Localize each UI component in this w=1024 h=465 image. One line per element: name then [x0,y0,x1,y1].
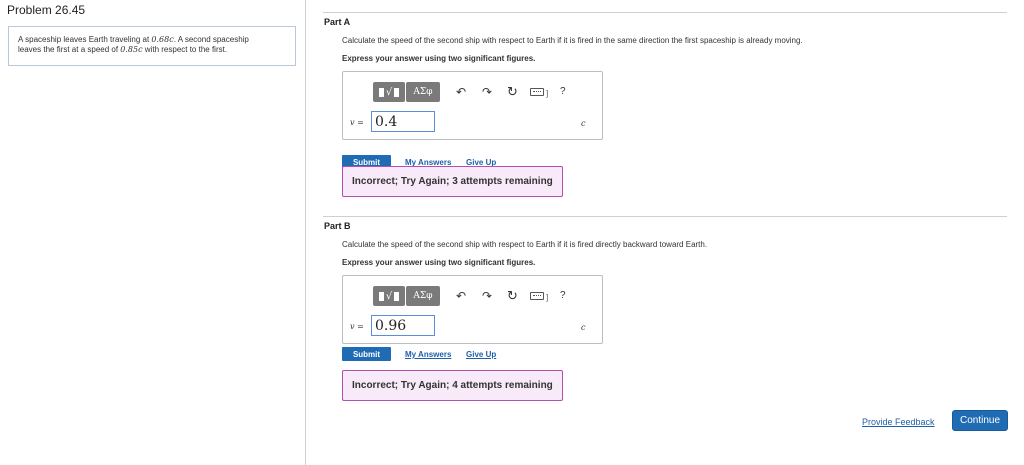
template-block-icon [394,87,400,97]
part-title: Part B [324,221,351,231]
submit-button[interactable]: Submit [342,347,391,361]
statement-text: A spaceship leaves Earth traveling at [18,35,152,44]
template-block-icon [378,87,384,97]
keyboard-bracket-icon: ] [546,293,549,302]
continue-button[interactable]: Continue [953,411,1007,430]
feedback-message: Incorrect; Try Again; 4 attempts remaini… [342,370,563,401]
unit-label: c [581,323,586,332]
my-answers-link[interactable]: My Answers [405,350,451,359]
instructions-text: Express your answer using two significan… [342,258,536,267]
provide-feedback-link[interactable]: Provide Feedback [862,417,935,427]
answer-input[interactable]: 0.4 [371,111,435,132]
statement-math: 0.85c [120,45,143,54]
equals-sign: = [354,118,364,127]
answer-input[interactable]: 0.96 [371,315,435,336]
templates-button[interactable]: √ [373,82,405,102]
answer-box: √ ΑΣφ ↶ ↷ ↻ ] ? v = 0.4 c [342,71,603,140]
feedback-message: Incorrect; Try Again; 3 attempts remaini… [342,166,563,197]
variable-label: v = [350,118,364,127]
variable-label: v = [350,322,364,331]
templates-button[interactable]: √ [373,286,405,306]
keyboard-icon[interactable] [530,88,544,96]
symbols-button[interactable]: ΑΣφ [406,286,440,306]
instructions-text: Express your answer using two significan… [342,54,536,63]
question-text: Calculate the speed of the second ship w… [342,240,708,249]
answer-box: √ ΑΣφ ↶ ↷ ↻ ] ? v = 0.96 c [342,275,603,344]
statement-text: . A second spaceship [173,35,249,44]
statement-text: with respect to the first. [142,45,228,54]
problem-title: Problem 26.45 [7,3,86,17]
equals-sign: = [354,322,364,331]
problem-panel: Problem 26.45 A spaceship leaves Earth t… [0,0,306,465]
sqrt-icon: √ [385,290,393,302]
template-block-icon [378,291,384,301]
question-text: Calculate the speed of the second ship w… [342,36,803,45]
problem-statement: A spaceship leaves Earth traveling at 0.… [8,26,296,66]
redo-icon[interactable]: ↷ [482,290,492,302]
unit-label: c [581,119,586,128]
help-icon[interactable]: ? [560,290,566,302]
sqrt-icon: √ [385,86,393,98]
redo-icon[interactable]: ↷ [482,86,492,98]
symbols-button[interactable]: ΑΣφ [406,82,440,102]
part-divider [323,216,1007,217]
reset-icon[interactable]: ↻ [507,289,518,302]
help-icon[interactable]: ? [560,86,566,98]
template-block-icon [394,291,400,301]
statement-text: leaves the first at a speed of [18,45,121,54]
part-title: Part A [324,17,351,27]
give-up-link[interactable]: Give Up [466,350,496,359]
keyboard-bracket-icon: ] [546,89,549,98]
undo-icon[interactable]: ↶ [456,86,466,98]
keyboard-icon[interactable] [530,292,544,300]
reset-icon[interactable]: ↻ [507,85,518,98]
part-divider [323,12,1007,13]
statement-math: 0.68c [151,35,174,44]
undo-icon[interactable]: ↶ [456,290,466,302]
